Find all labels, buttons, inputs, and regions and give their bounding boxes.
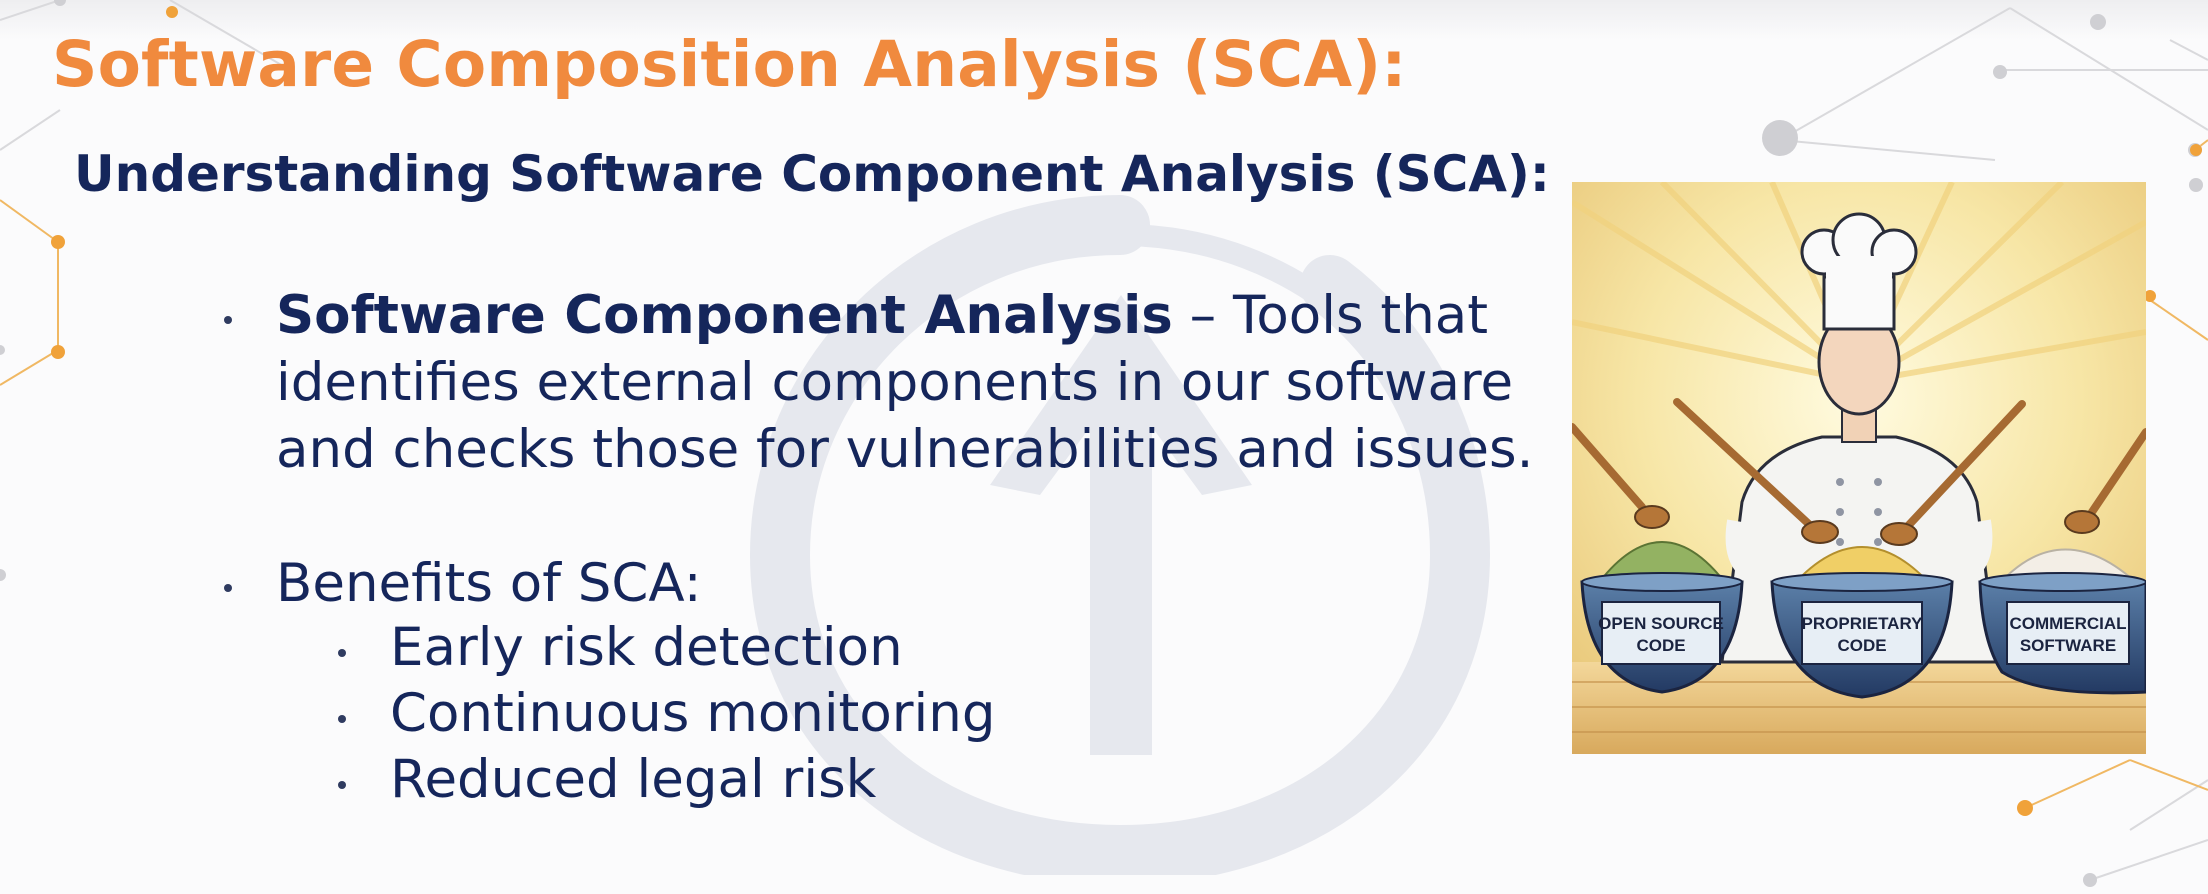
bowl-label-commercial-line2: SOFTWARE bbox=[2020, 636, 2116, 655]
benefit-label: Early risk detection bbox=[390, 617, 903, 678]
bowl-label-proprietary-line2: CODE bbox=[1837, 636, 1886, 655]
bullet-term-continuation: – Tools that bbox=[1172, 285, 1489, 346]
benefit-label: Reduced legal risk bbox=[390, 749, 877, 810]
bullet-benefits: Benefits of SCA: bbox=[224, 550, 702, 617]
bullet-line-3: and checks those for vulnerabilities and… bbox=[276, 419, 1534, 480]
bullet-dot-icon bbox=[338, 649, 346, 657]
benefit-label: Continuous monitoring bbox=[390, 683, 996, 744]
chef-illustration: OPEN SOURCE CODE PROPRIETARY CODE COMMER… bbox=[1572, 182, 2146, 754]
bowl-label-open-source-line1: OPEN SOURCE bbox=[1598, 614, 1724, 633]
bullet-dot-icon bbox=[224, 316, 232, 324]
bullet-dot-icon bbox=[338, 715, 346, 723]
bowl-label-open-source-line2: CODE bbox=[1636, 636, 1685, 655]
bullet-dot-icon bbox=[224, 584, 232, 592]
list-item: Reduced legal risk bbox=[338, 747, 996, 813]
bullet-term: Software Component Analysis bbox=[276, 285, 1173, 346]
slide-title: Software Composition Analysis (SCA): bbox=[52, 28, 1407, 101]
list-item: Continuous monitoring bbox=[338, 681, 996, 747]
slide-subtitle: Understanding Software Component Analysi… bbox=[74, 145, 1550, 203]
bullet-line-2: identifies external components in our so… bbox=[276, 352, 1514, 413]
list-item: Early risk detection bbox=[338, 615, 996, 681]
benefits-heading: Benefits of SCA: bbox=[276, 553, 702, 614]
bowl-label-commercial-line1: COMMERCIAL bbox=[2009, 614, 2126, 633]
bullet-dot-icon bbox=[338, 781, 346, 789]
bullet-line-1: Software Component Analysis – Tools that bbox=[276, 282, 1488, 349]
bowl-label-proprietary-line1: PROPRIETARY bbox=[1802, 614, 1924, 633]
slide: Software Composition Analysis (SCA): Und… bbox=[0, 0, 2208, 894]
bullet-sca-definition: Software Component Analysis – Tools that… bbox=[224, 282, 1534, 483]
benefits-list: Early risk detection Continuous monitori… bbox=[338, 615, 996, 813]
